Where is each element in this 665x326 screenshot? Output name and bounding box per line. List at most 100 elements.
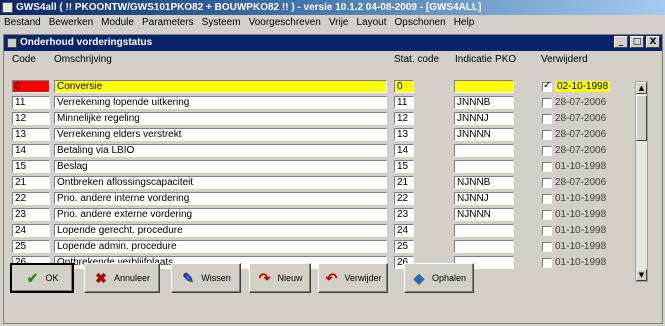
indicatie-pko-field[interactable]: NJNNN	[454, 208, 514, 221]
stat-code-field[interactable]: 0	[394, 80, 414, 93]
wissen-button[interactable]: ✎ Wissen	[171, 263, 241, 293]
close-button[interactable]: X	[646, 36, 660, 48]
menu-layout[interactable]: Layout	[353, 15, 391, 31]
verwijderd-checkbox[interactable]	[542, 80, 552, 92]
menu-vrije[interactable]: Vrije	[325, 15, 353, 31]
stat-code-field[interactable]: 11	[394, 96, 414, 109]
indicatie-pko-field[interactable]: JNNNB	[454, 96, 514, 109]
indicatie-pko-field[interactable]	[454, 160, 514, 173]
nieuw-button[interactable]: ↷ Nieuw	[249, 263, 311, 293]
table-row[interactable]: 25 Lopende admin. procedure 25 01-10-1998	[12, 240, 632, 253]
stat-code-field[interactable]: 23	[394, 208, 414, 221]
menu-module[interactable]: Module	[97, 15, 138, 31]
menu-bestand[interactable]: Bestand	[0, 15, 45, 31]
omschrijving-field[interactable]: Minnelijke regeling	[54, 112, 387, 125]
code-field[interactable]: 23	[12, 208, 50, 221]
omschrijving-field[interactable]: Lopende gerecht. procedure	[54, 224, 387, 237]
code-field[interactable]: 22	[12, 192, 50, 205]
code-field[interactable]: 24	[12, 224, 50, 237]
indicatie-pko-field[interactable]	[454, 144, 514, 157]
maximize-button[interactable]: □	[630, 36, 644, 48]
indicatie-pko-field[interactable]: JNNNN	[454, 128, 514, 141]
omschrijving-field[interactable]: Prio. andere externe vordering	[54, 208, 387, 221]
stat-code-field[interactable]: 14	[394, 144, 414, 157]
stat-code-field[interactable]: 24	[394, 224, 414, 237]
table-row[interactable]: 15 Beslag 15 01-10-1998	[12, 160, 632, 173]
verwijderd-checkbox[interactable]	[542, 97, 552, 108]
indicatie-pko-field[interactable]: JNNNJ	[454, 112, 514, 125]
minimize-button[interactable]: _	[614, 36, 628, 48]
stat-code-field[interactable]: 15	[394, 160, 414, 173]
code-field[interactable]: 14	[12, 144, 50, 157]
indicatie-pko-field[interactable]	[454, 240, 514, 253]
table-row[interactable]: 24 Lopende gerecht. procedure 24 01-10-1998	[12, 224, 632, 237]
omschrijving-field[interactable]: Ontbreken aflossingscapaciteit	[54, 176, 387, 189]
scroll-up-arrow-icon[interactable]: ▲	[636, 82, 647, 94]
omschrijving-field[interactable]: Verrekening elders verstrekt	[54, 128, 387, 141]
verwijderd-checkbox[interactable]	[542, 129, 552, 140]
omschrijving-field[interactable]: Prio. andere interne vordering	[54, 192, 387, 205]
verwijderd-checkbox[interactable]	[542, 241, 552, 252]
menu-systeem[interactable]: Systeem	[198, 15, 245, 31]
verwijderd-cell: 01-10-1998	[542, 240, 632, 253]
omschrijving-field[interactable]: Betaling via LBIO	[54, 144, 387, 157]
omschrijving-field[interactable]: Verrekening lopende uitkering	[54, 96, 387, 109]
omschrijving-field[interactable]: Beslag	[54, 160, 387, 173]
table-row[interactable]: 13 Verrekening elders verstrekt 13 JNNNN 28-…	[12, 128, 632, 141]
table-row[interactable]: 12 Minnelijke regeling 12 JNNNJ 28-07-2006	[12, 112, 632, 125]
ophalen-button[interactable]: ◆ Ophalen	[404, 263, 474, 293]
table-row[interactable]: 23 Prio. andere externe vordering 23 NJNNN 0…	[12, 208, 632, 221]
annuleer-button[interactable]: ✖ Annuleer	[84, 263, 160, 293]
table-row[interactable]: 21 Ontbreken aflossingscapaciteit 21 NJNNB 2…	[12, 176, 632, 189]
verwijderd-checkbox[interactable]	[542, 145, 552, 156]
column-header-stat-code: Stat. code	[394, 54, 440, 65]
verwijderd-cell: 28-07-2006	[542, 176, 632, 189]
app-icon	[2, 2, 13, 13]
code-field[interactable]: 13	[12, 128, 50, 141]
verwijderd-checkbox[interactable]	[542, 193, 552, 204]
verwijderd-checkbox[interactable]	[542, 225, 552, 236]
verwijderd-cell: 02-10-1998	[542, 80, 632, 93]
column-header-verwijderd: Verwijderd	[541, 54, 588, 65]
omschrijving-field[interactable]: Lopende admin. procedure	[54, 240, 387, 253]
verwijder-button[interactable]: ↶ Verwijder	[318, 263, 388, 293]
table-row[interactable]: 11 Verrekening lopende uitkering 11 JNNNB 28…	[12, 96, 632, 109]
omschrijving-field[interactable]: Conversie	[54, 80, 387, 93]
scroll-thumb[interactable]	[636, 95, 647, 141]
stat-code-field[interactable]: 25	[394, 240, 414, 253]
verwijderd-checkbox[interactable]	[542, 161, 552, 172]
menu-help[interactable]: Help	[450, 15, 479, 31]
verwijderd-cell: 28-07-2006	[542, 128, 632, 141]
verwijderd-checkbox[interactable]	[542, 177, 552, 188]
menu-opschonen[interactable]: Opschonen	[391, 15, 450, 31]
code-field[interactable]: 21	[12, 176, 50, 189]
indicatie-pko-field[interactable]: NJNNB	[454, 176, 514, 189]
stat-code-field[interactable]: 22	[394, 192, 414, 205]
code-field[interactable]: 0	[12, 80, 50, 93]
stat-code-field[interactable]: 21	[394, 176, 414, 189]
vertical-scrollbar[interactable]: ▲ ▼	[635, 81, 648, 282]
delete-icon: ↶	[325, 270, 338, 286]
menu-voorgeschreven[interactable]: Voorgeschreven	[245, 15, 325, 31]
verwijderd-cell: 28-07-2006	[542, 144, 632, 157]
menu-parameters[interactable]: Parameters	[138, 15, 198, 31]
code-field[interactable]: 25	[12, 240, 50, 253]
menu-bewerken[interactable]: Bewerken	[45, 15, 97, 31]
indicatie-pko-field[interactable]	[454, 224, 514, 237]
verwijderd-cell: 28-07-2006	[542, 112, 632, 125]
stat-code-field[interactable]: 13	[394, 128, 414, 141]
table-row[interactable]: 22 Prio. andere interne vordering 22 NJNNJ 0…	[12, 192, 632, 205]
code-field[interactable]: 11	[12, 96, 50, 109]
verwijderd-checkbox[interactable]	[542, 209, 552, 220]
code-field[interactable]: 12	[12, 112, 50, 125]
table-row[interactable]: 0 Conversie 0 02-10-1998	[12, 80, 632, 93]
verwijderd-checkbox[interactable]	[542, 113, 552, 124]
code-field[interactable]: 15	[12, 160, 50, 173]
table-row[interactable]: 14 Betaling via LBIO 14 28-07-2006	[12, 144, 632, 157]
ok-button[interactable]: ✔ OK	[10, 263, 74, 293]
child-window: Onderhoud vorderingstatus _ □ X Code Oms…	[3, 34, 663, 324]
indicatie-pko-field[interactable]: NJNNJ	[454, 192, 514, 205]
indicatie-pko-field[interactable]	[454, 80, 514, 93]
cancel-x-icon: ✖	[95, 270, 107, 286]
stat-code-field[interactable]: 12	[394, 112, 414, 125]
